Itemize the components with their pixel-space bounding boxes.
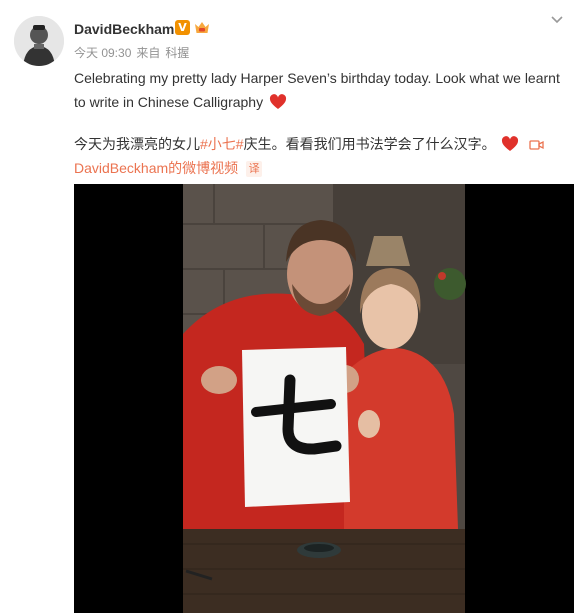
video-source-link[interactable]: DavidBeckham的微博视频译 <box>74 156 263 180</box>
translate-button[interactable]: 译 <box>246 161 263 177</box>
heart-icon <box>501 135 519 159</box>
chinese-text-before: 今天为我漂亮的女儿 <box>74 136 200 152</box>
member-crown-icon[interactable] <box>194 20 210 35</box>
post-text-chinese: 今天为我漂亮的女儿#小七#庆生。看看我们用书法学会了什么汉字。 <box>74 132 564 159</box>
chinese-text-after: 庆生。看看我们用书法学会了什么汉字。 <box>243 136 496 152</box>
user-badges: V <box>175 20 210 35</box>
chevron-down-icon[interactable] <box>548 10 566 28</box>
post-time[interactable]: 今天 09:30 <box>74 46 131 60</box>
post-meta: 今天 09:30 来自 科握 <box>74 44 194 61</box>
source-prefix: 来自 <box>136 46 161 60</box>
video-link-icon[interactable] <box>529 134 545 158</box>
verified-badge-icon[interactable]: V <box>175 20 190 35</box>
post-text-english: Celebrating my pretty lady Harper Seven’… <box>74 66 564 117</box>
weibo-post: DavidBeckham V 今天 09:30 来自 科握 Celebrating … <box>0 0 574 613</box>
video-player[interactable] <box>74 184 574 613</box>
avatar[interactable] <box>14 16 64 66</box>
heart-icon <box>269 93 287 117</box>
video-source-text[interactable]: DavidBeckham的微博视频 <box>74 160 238 176</box>
post-source[interactable]: 科握 <box>165 46 189 60</box>
english-text: Celebrating my pretty lady Harper Seven’… <box>74 70 560 110</box>
calligraphy-paper <box>242 347 350 507</box>
hashtag-link[interactable]: #小七# <box>200 136 244 152</box>
username-link[interactable]: DavidBeckham <box>74 21 174 37</box>
video-frame <box>74 184 574 613</box>
